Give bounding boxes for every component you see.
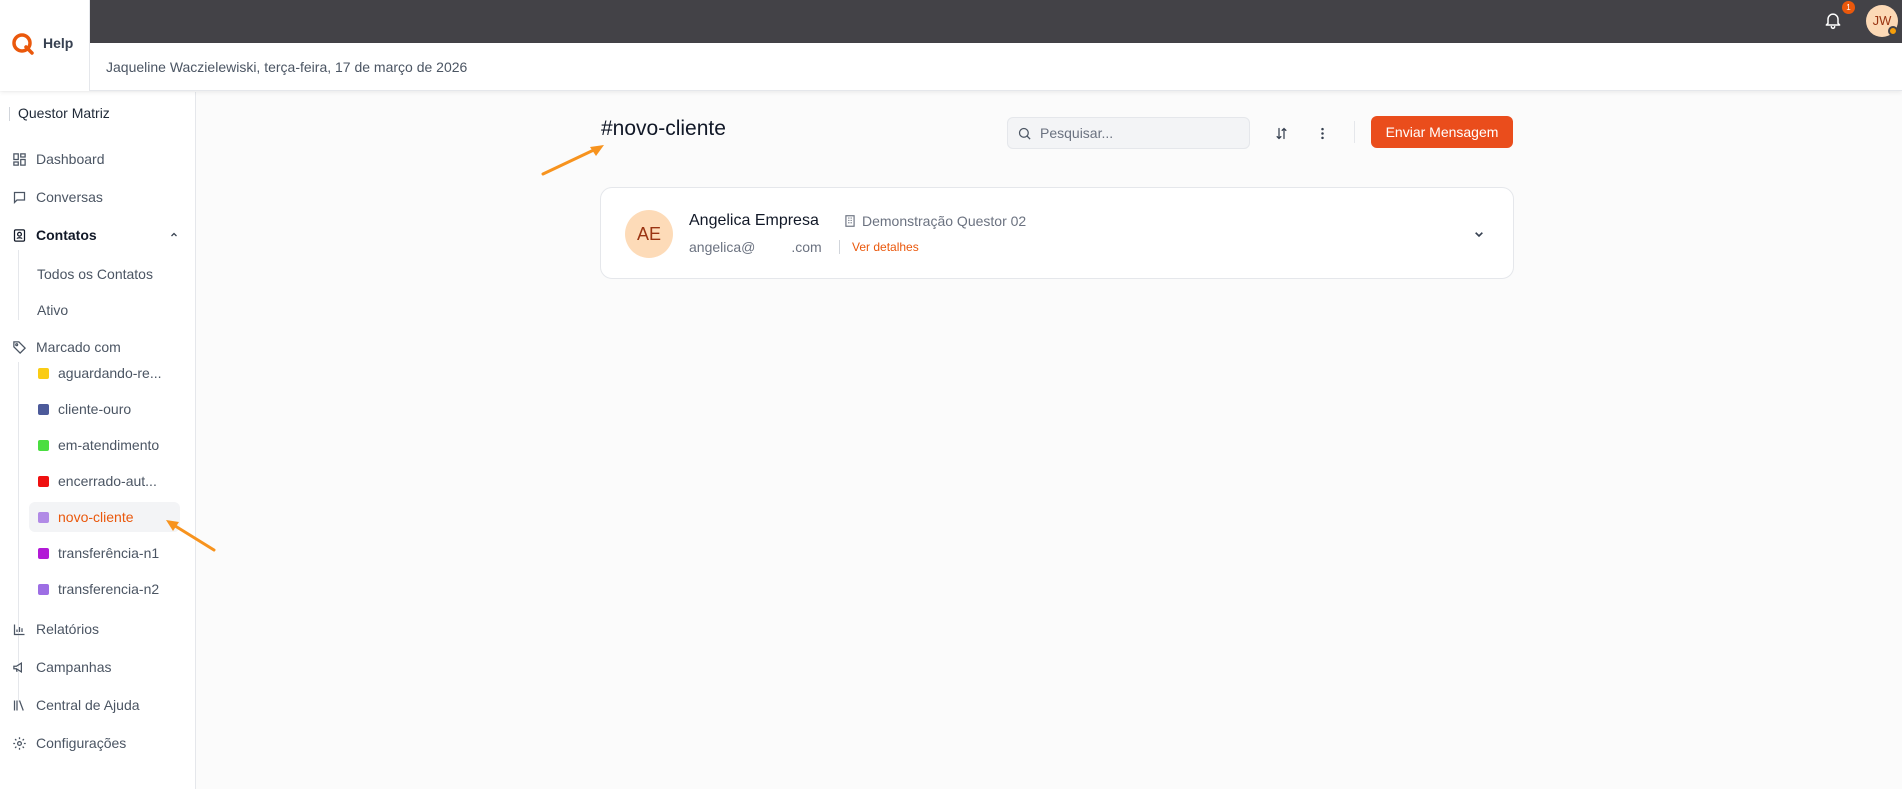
contacts-subnav-line bbox=[18, 250, 19, 320]
sidebar-item-central-ajuda[interactable]: Central de Ajuda bbox=[12, 690, 140, 720]
tag-label: encerrado-aut... bbox=[58, 473, 157, 489]
toolbar-divider bbox=[1354, 121, 1355, 143]
more-vertical-icon bbox=[1320, 127, 1324, 139]
bell-icon[interactable] bbox=[1823, 10, 1843, 30]
tag-item[interactable]: novo-cliente bbox=[29, 502, 180, 532]
sidebar-item-contatos[interactable]: Contatos bbox=[12, 220, 97, 250]
tag-item[interactable]: cliente-ouro bbox=[29, 394, 180, 424]
send-message-button[interactable]: Enviar Mensagem bbox=[1371, 116, 1513, 148]
contact-company-name: Demonstração Questor 02 bbox=[862, 213, 1027, 229]
tag-label: transferencia-n2 bbox=[58, 581, 160, 597]
chevron-up-icon[interactable] bbox=[168, 229, 180, 241]
org-indicator bbox=[9, 107, 10, 121]
contact-email-domain: .com bbox=[791, 239, 822, 255]
logo-icon bbox=[12, 33, 34, 55]
sidebar-item-label: Marcado com bbox=[36, 339, 121, 355]
grid-icon bbox=[13, 152, 26, 166]
sidebar-item-configuracoes[interactable]: Configurações bbox=[12, 728, 126, 758]
tag-label: novo-cliente bbox=[58, 509, 134, 525]
tag-item[interactable]: aguardando-re... bbox=[29, 358, 180, 388]
sort-arrows-icon bbox=[1276, 127, 1286, 139]
tag-label: transferência-n1 bbox=[58, 545, 160, 561]
search-box[interactable] bbox=[1007, 117, 1250, 149]
tag-color-swatch bbox=[38, 583, 49, 595]
notification-badge: 1 bbox=[1842, 1, 1855, 14]
contact-email: angelica@ .com bbox=[689, 239, 822, 255]
sidebar-item-todos-contatos[interactable]: Todos os Contatos bbox=[37, 266, 153, 282]
greeting-text: Jaqueline Waczielewiski, terça-feira, 17… bbox=[106, 59, 468, 75]
sidebar-item-label: Configurações bbox=[36, 735, 127, 751]
bar-chart-icon bbox=[13, 624, 25, 635]
contact-book-icon bbox=[13, 228, 26, 242]
sidebar-item-label: Central de Ajuda bbox=[36, 697, 140, 713]
sort-button[interactable] bbox=[1268, 120, 1294, 146]
sidebar: Questor Matriz Dashboard Conversas Conta… bbox=[0, 92, 196, 789]
sidebar-item-label: Campanhas bbox=[36, 659, 112, 675]
tag-label: cliente-ouro bbox=[58, 401, 132, 417]
contact-avatar: AE bbox=[625, 210, 673, 258]
tags-subnav-line bbox=[18, 362, 19, 702]
tag-color-swatch bbox=[38, 367, 49, 379]
app-name: Help bbox=[43, 35, 74, 51]
tag-label: aguardando-re... bbox=[58, 365, 162, 381]
contact-name: Angelica Empresa bbox=[689, 212, 819, 229]
gear-icon bbox=[13, 736, 26, 750]
more-options-button[interactable] bbox=[1309, 120, 1335, 146]
chat-icon bbox=[13, 191, 26, 204]
megaphone-icon bbox=[13, 661, 22, 673]
contact-company: Demonstração Questor 02 bbox=[843, 213, 1026, 229]
tag-color-swatch bbox=[38, 403, 49, 415]
annotation-arrow-title bbox=[541, 145, 604, 176]
tag-color-swatch bbox=[38, 511, 49, 523]
page-title: #novo-cliente bbox=[601, 117, 726, 140]
sidebar-item-campanhas[interactable]: Campanhas bbox=[12, 652, 112, 682]
tag-item[interactable]: em-atendimento bbox=[29, 430, 180, 460]
tag-item[interactable]: transferencia-n2 bbox=[29, 574, 180, 604]
tag-item[interactable]: transferência-n1 bbox=[29, 538, 180, 568]
status-dot bbox=[1888, 26, 1898, 36]
tag-color-swatch bbox=[38, 439, 49, 451]
sidebar-item-conversas[interactable]: Conversas bbox=[12, 182, 103, 212]
tag-icon bbox=[13, 340, 27, 354]
top-bar bbox=[0, 0, 1902, 43]
sidebar-item-ativo[interactable]: Ativo bbox=[37, 302, 68, 318]
org-name[interactable]: Questor Matriz bbox=[18, 105, 110, 121]
view-details-link[interactable]: Ver detalhes bbox=[852, 240, 919, 254]
search-icon bbox=[1018, 127, 1031, 140]
building-icon bbox=[845, 215, 855, 227]
contact-card[interactable]: AE Angelica Empresa Demonstração Questor… bbox=[600, 187, 1514, 279]
tag-color-swatch bbox=[38, 547, 49, 559]
sidebar-item-dashboard[interactable]: Dashboard bbox=[12, 144, 105, 174]
library-icon bbox=[13, 699, 24, 711]
chevron-down-icon[interactable] bbox=[1471, 226, 1487, 242]
sidebar-item-label: Contatos bbox=[36, 227, 97, 243]
sidebar-item-label: Dashboard bbox=[36, 151, 105, 167]
app-logo[interactable]: Help bbox=[0, 0, 89, 91]
sidebar-item-label: Conversas bbox=[36, 189, 103, 205]
tag-label: em-atendimento bbox=[58, 437, 160, 453]
tag-item[interactable]: encerrado-aut... bbox=[29, 466, 180, 496]
card-divider bbox=[839, 240, 840, 254]
greeting-bar: Jaqueline Waczielewiski, terça-feira, 17… bbox=[0, 43, 1902, 91]
sidebar-item-label: Relatórios bbox=[36, 621, 100, 637]
contact-email-user: angelica@ bbox=[689, 239, 756, 255]
search-input[interactable] bbox=[1040, 125, 1240, 141]
tag-color-swatch bbox=[38, 475, 49, 487]
sidebar-item-relatorios[interactable]: Relatórios bbox=[12, 614, 99, 644]
